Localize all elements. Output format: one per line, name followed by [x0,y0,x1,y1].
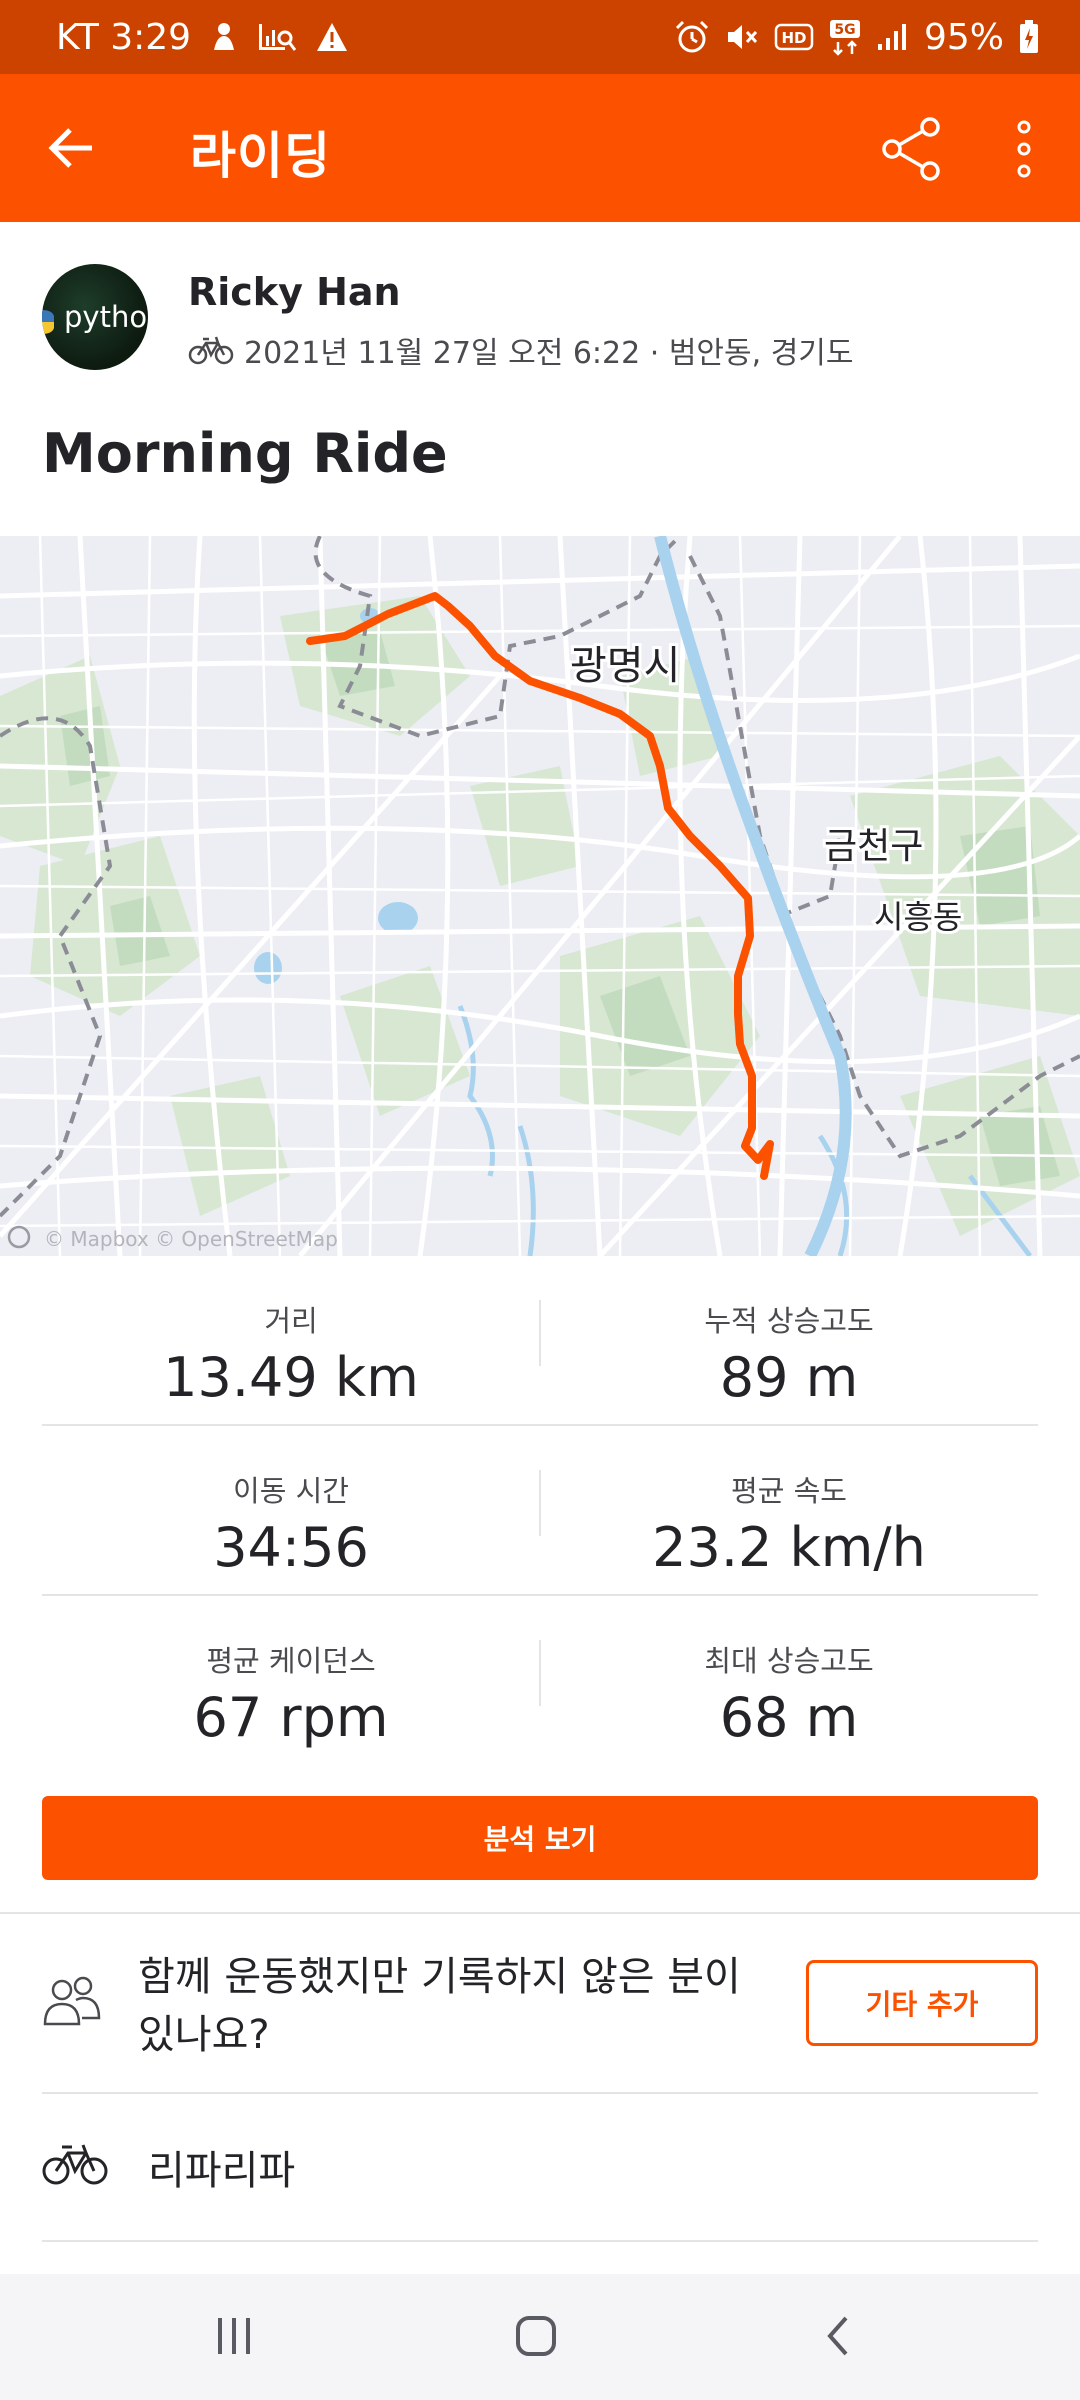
warning-icon [315,21,349,53]
signal-icon [876,22,910,52]
network-type: 5G [834,22,855,38]
back-icon [827,2316,848,2356]
home-icon [516,2316,556,2356]
add-others-button[interactable]: 기타 추가 [806,1960,1038,2046]
route-map[interactable]: 광명시 금천구 시흥동 © Mapbox © OpenStreetMap [0,536,1080,1256]
stat-avg-speed: 평균 속도 23.2 km/h [540,1426,1038,1596]
stat-label: 평균 케이던스 [206,1644,376,1678]
more-options-button[interactable] [1000,114,1048,184]
stat-label: 누적 상승고도 [704,1304,874,1338]
activity-datetime-location: 2021년 11월 27일 오전 6:22 · 범안동, 경기도 [244,336,854,371]
hd-icon: HD [774,22,814,52]
chart-search-icon [257,20,297,54]
group-activity-prompt: 함께 운동했지만 기록하지 않은 분이 있나요? 기타 추가 [0,1914,1080,2092]
more-vertical-icon [1017,120,1031,178]
stat-label: 최대 상승고도 [704,1644,874,1678]
stat-label: 평균 속도 [731,1474,847,1508]
arrow-left-icon [48,128,92,168]
activity-meta: 2021년 11월 27일 오전 6:22 · 범안동, 경기도 [188,328,854,372]
map-label-siheung: 시흥동 [874,898,962,936]
notification-icon [209,20,239,54]
mute-icon [724,20,760,54]
share-button[interactable] [878,114,944,184]
alarm-icon [674,20,710,54]
status-bar: KT 3:29 HD 5G 95% [0,0,1080,74]
stat-value: 89 m [719,1346,859,1409]
app-bar: 라이딩 [0,74,1080,222]
divider [42,2240,1038,2242]
stat-moving-time: 이동 시간 34:56 [42,1426,540,1596]
carrier-time: KT 3:29 [56,16,192,58]
page-title: 라이딩 [190,127,331,185]
activity-header: pythor Ricky Han 2021년 11월 27일 오전 6:22 ·… [0,222,1080,532]
python-logo-icon [42,310,54,334]
map-label-geumcheon: 금천구 [824,826,923,867]
bike-icon [42,2144,108,2185]
svg-text:HD: HD [781,29,806,47]
battery-icon [1018,19,1040,55]
gear-row[interactable]: 리파리파 [0,2092,1080,2240]
view-analysis-button[interactable]: 분석 보기 [42,1796,1038,1880]
stats-row: 거리 13.49 km 누적 상승고도 89 m [42,1256,1038,1426]
stat-value: 68 m [719,1686,859,1749]
stat-max-elevation: 최대 상승고도 68 m [540,1596,1038,1766]
5g-icon: 5G [828,18,862,56]
bike-icon [188,336,234,365]
stat-value: 67 rpm [193,1686,389,1749]
stat-value: 34:56 [213,1516,369,1579]
stat-distance: 거리 13.49 km [42,1256,540,1426]
stats-grid: 거리 13.49 km 누적 상승고도 89 m 이동 시간 34:56 평균 … [42,1256,1038,1766]
avatar[interactable]: pythor [42,264,148,370]
stat-elevation-gain: 누적 상승고도 89 m [540,1256,1038,1426]
nav-back-button[interactable] [798,2300,878,2372]
stat-value: 13.49 km [163,1346,419,1409]
stat-label: 이동 시간 [233,1474,349,1508]
stat-label: 거리 [264,1304,318,1338]
activity-title: Morning Ride [42,422,448,485]
map-canvas: 광명시 금천구 시흥동 © Mapbox © OpenStreetMap [0,536,1080,1256]
home-button[interactable] [496,2300,576,2372]
map-attribution[interactable]: © Mapbox © OpenStreetMap [44,1227,338,1251]
people-icon [43,1976,101,2026]
recents-icon [218,2318,250,2354]
status-left: KT 3:29 [56,17,349,58]
map-label-gwangmyeong: 광명시 [570,643,680,689]
avatar-text: pythor [64,300,148,334]
gear-name: 리파리파 [148,2148,296,2194]
athlete-name[interactable]: Ricky Han [188,270,401,314]
stat-avg-cadence: 평균 케이던스 67 rpm [42,1596,540,1766]
recents-button[interactable] [194,2300,274,2372]
share-icon [882,117,940,181]
stats-row: 이동 시간 34:56 평균 속도 23.2 km/h [42,1426,1038,1596]
group-activity-text: 함께 운동했지만 기록하지 않은 분이 있나요? [138,1954,741,2058]
status-right: HD 5G 95% [674,17,1040,58]
battery-percent: 95% [923,16,1004,58]
stats-row: 평균 케이던스 67 rpm 최대 상승고도 68 m [42,1596,1038,1766]
stat-value: 23.2 km/h [652,1516,926,1579]
back-button[interactable] [40,118,104,178]
system-nav-bar [0,2274,1080,2400]
